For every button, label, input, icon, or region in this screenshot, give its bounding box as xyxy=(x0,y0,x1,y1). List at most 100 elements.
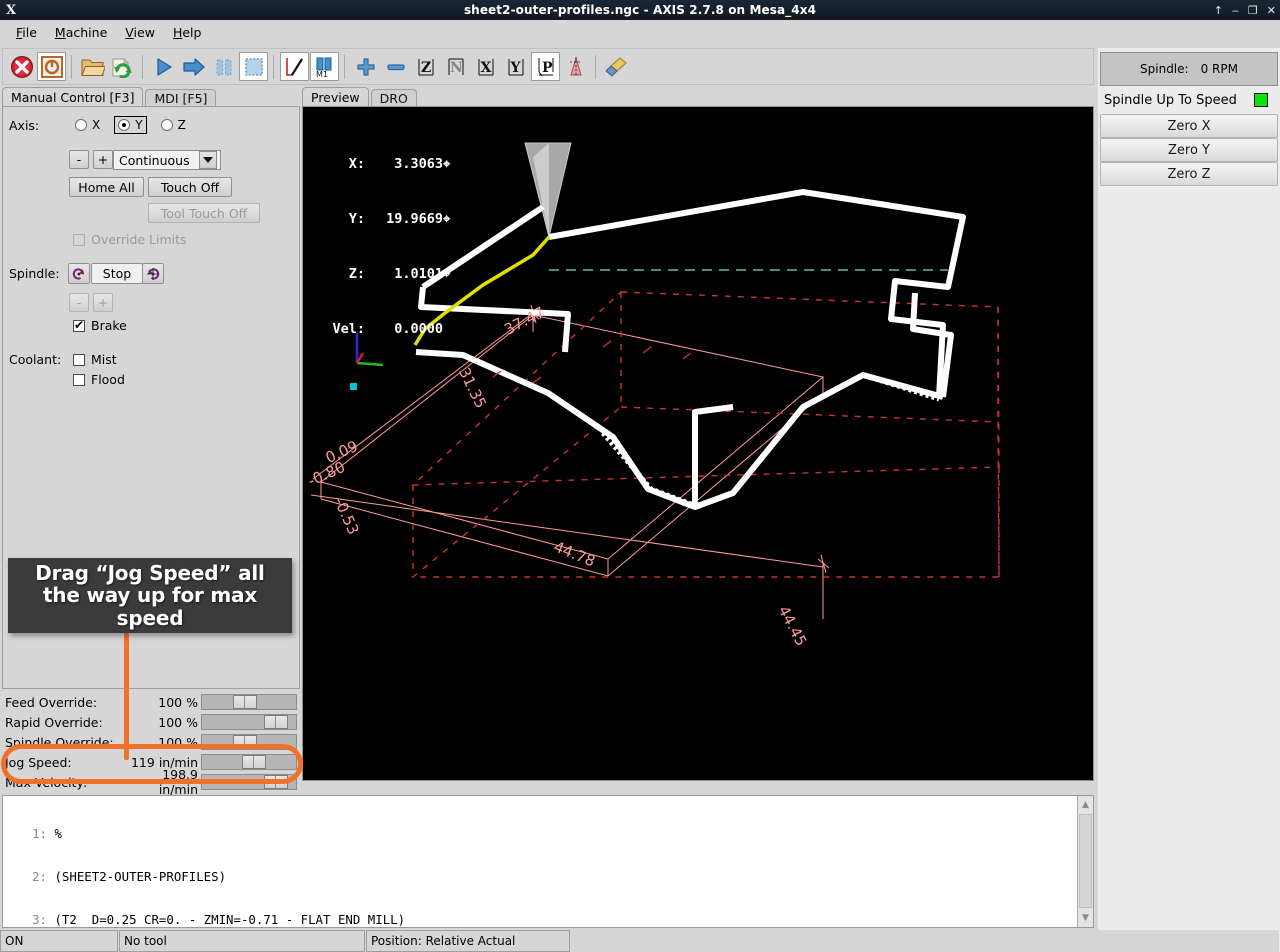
chevron-down-icon[interactable] xyxy=(199,151,217,169)
menu-file[interactable]: File xyxy=(8,23,45,42)
coolant-mist-checkbox[interactable]: Mist xyxy=(73,352,117,367)
jog-plus-button[interactable]: + xyxy=(93,150,113,169)
max-velocity-slider-thumb[interactable] xyxy=(264,775,288,789)
zoom-out-icon[interactable] xyxy=(381,52,410,81)
svg-text:X: X xyxy=(480,60,491,76)
gcode-line[interactable]: 1: % xyxy=(3,827,1075,841)
dro-line-x: X: 3.3063⌖ xyxy=(321,155,451,174)
spindle-stop-button[interactable]: Stop xyxy=(91,263,143,284)
axis-radio-y[interactable]: Y xyxy=(114,116,147,134)
axis-radio-z[interactable]: Z xyxy=(157,116,190,134)
spindle-speed-minus-button[interactable]: - xyxy=(69,293,89,312)
menu-help[interactable]: Help xyxy=(165,23,210,42)
touch-off-button[interactable]: Touch Off xyxy=(148,177,232,197)
zero-x-button[interactable]: Zero X xyxy=(1100,114,1278,138)
dro-y-label: Y: xyxy=(348,211,365,227)
feed-override-label: Feed Override: xyxy=(5,694,98,710)
mist-checkbox-icon xyxy=(73,353,85,366)
pause-program-icon[interactable] xyxy=(209,52,238,81)
tool-cone-icon[interactable] xyxy=(561,52,590,81)
rapid-override-slider-thumb[interactable] xyxy=(264,715,288,729)
menu-view[interactable]: View xyxy=(117,23,163,42)
jog-increment-value: Continuous xyxy=(119,152,190,168)
reload-file-icon[interactable] xyxy=(108,52,137,81)
spindle-brake-checkbox[interactable]: Brake xyxy=(73,318,127,333)
view-p-icon[interactable]: P xyxy=(531,52,560,81)
dimension-ticks xyxy=(492,340,692,384)
menu-machine[interactable]: Machine xyxy=(47,23,115,42)
status-machine-state: ON xyxy=(0,930,118,952)
gcode-3d-preview-canvas[interactable]: 37.47 31.35 0.09 -0.80 -0.53 44.78 44.45… xyxy=(302,106,1094,781)
view-z2-icon[interactable]: N xyxy=(441,52,470,81)
max-velocity-slider[interactable] xyxy=(201,774,297,790)
svg-text:M1: M1 xyxy=(316,70,328,78)
gcode-line[interactable]: 3: (T2 D=0.25 CR=0. - ZMIN=-0.71 - FLAT … xyxy=(3,911,1075,927)
menu-help-label-rest: elp xyxy=(182,25,202,40)
gcode-vertical-scrollbar[interactable]: ▲ ▼ xyxy=(1077,796,1093,927)
jog-increment-combobox[interactable]: Continuous xyxy=(113,150,221,170)
toolbar-separator-1 xyxy=(71,54,73,79)
spindle-override-slider[interactable] xyxy=(201,734,297,750)
view-y-icon[interactable]: Y xyxy=(501,52,530,81)
machine-power-icon[interactable] xyxy=(37,52,66,81)
feed-override-slider[interactable] xyxy=(201,694,297,710)
gcode-line-text: % xyxy=(54,826,62,842)
axis-radio-x[interactable]: X xyxy=(71,116,104,134)
open-file-icon[interactable] xyxy=(78,52,107,81)
scroll-down-arrow-icon[interactable]: ▼ xyxy=(1078,910,1093,926)
view-z-icon[interactable]: Z xyxy=(411,52,440,81)
coolant-flood-checkbox[interactable]: Flood xyxy=(73,372,125,387)
tab-preview[interactable]: Preview xyxy=(302,87,369,106)
view-x-icon[interactable]: X xyxy=(471,52,500,81)
override-limits-checkbox[interactable]: Override Limits xyxy=(73,232,187,247)
jog-minus-button[interactable]: - xyxy=(69,150,89,169)
machine-limits-dashed xyxy=(411,291,1000,578)
jog-speed-slider-thumb[interactable] xyxy=(242,755,266,769)
max-velocity-value: 198.9 in/min xyxy=(158,767,198,797)
estop-toggle-icon[interactable] xyxy=(7,52,36,81)
step-program-icon[interactable] xyxy=(179,52,208,81)
tool-touch-off-button[interactable]: Tool Touch Off xyxy=(148,203,260,223)
callout-pointer-line xyxy=(124,633,129,760)
clear-plot-icon[interactable] xyxy=(602,52,631,81)
flood-label: Flood xyxy=(91,372,125,387)
window-shade-button[interactable]: ↑ xyxy=(1214,5,1223,16)
feed-override-slider-thumb[interactable] xyxy=(233,695,257,709)
window-minimize-button[interactable]: ‒ xyxy=(1232,5,1239,16)
home-all-button[interactable]: Home All xyxy=(69,177,144,197)
rapid-override-slider[interactable] xyxy=(201,714,297,730)
toggle-skip-lines-icon[interactable] xyxy=(280,52,309,81)
tab-dro[interactable]: DRO xyxy=(370,89,417,106)
spindle-override-label: Spindle Override: xyxy=(5,734,114,750)
spindle-speed-plus-button[interactable]: + xyxy=(93,293,113,312)
gcode-lines: 1: % 2: (SHEET2-OUTER-PROFILES) 3: (T2 D… xyxy=(3,799,1075,927)
zero-z-button[interactable]: Zero Z xyxy=(1100,162,1278,186)
spindle-cw-icon[interactable] xyxy=(142,263,164,284)
gcode-listing[interactable]: 1: % 2: (SHEET2-OUTER-PROFILES) 3: (T2 D… xyxy=(2,795,1094,928)
zero-y-button[interactable]: Zero Y xyxy=(1100,138,1278,162)
gcode-scrollbar-thumb[interactable] xyxy=(1079,814,1092,908)
tab-manual-control[interactable]: Manual Control [F3] xyxy=(2,87,144,106)
stop-program-icon[interactable] xyxy=(239,52,268,81)
run-program-icon[interactable] xyxy=(149,52,178,81)
rapid-override-row: Rapid Override: 100 % xyxy=(2,712,300,732)
brake-label: Brake xyxy=(91,318,127,333)
jog-speed-slider[interactable] xyxy=(201,754,297,770)
menu-bar: File Machine View Help xyxy=(0,20,1280,45)
override-sliders-group: Feed Override: 100 % Rapid Override: 100… xyxy=(2,692,300,797)
tab-mdi[interactable]: MDI [F5] xyxy=(145,89,217,106)
optional-stop-icon[interactable]: M1 xyxy=(310,52,339,81)
gcode-line[interactable]: 2: (SHEET2-OUTER-PROFILES) xyxy=(3,869,1075,885)
spindle-override-slider-thumb[interactable] xyxy=(233,735,257,749)
dro-overlay: X: 3.3063⌖ Y: 19.9669⌖ Z: 1.0101⌖ Vel: 0.000… xyxy=(321,119,450,374)
window-close-button[interactable]: ✕ xyxy=(1267,5,1276,16)
spindle-ccw-icon[interactable] xyxy=(68,263,90,284)
axis-row: Axis: xyxy=(9,118,39,133)
gcode-line-number: 2: xyxy=(32,869,47,885)
zoom-in-icon[interactable] xyxy=(351,52,380,81)
tool-cone-marker xyxy=(524,142,572,238)
scroll-up-arrow-icon[interactable]: ▲ xyxy=(1078,797,1093,813)
window-maximize-button[interactable]: ❐ xyxy=(1248,5,1258,16)
left-panel-tabs: Manual Control [F3] MDI [F5] xyxy=(2,87,218,106)
gcode-line-text: (T2 D=0.25 CR=0. - ZMIN=-0.71 - FLAT END… xyxy=(54,911,406,927)
